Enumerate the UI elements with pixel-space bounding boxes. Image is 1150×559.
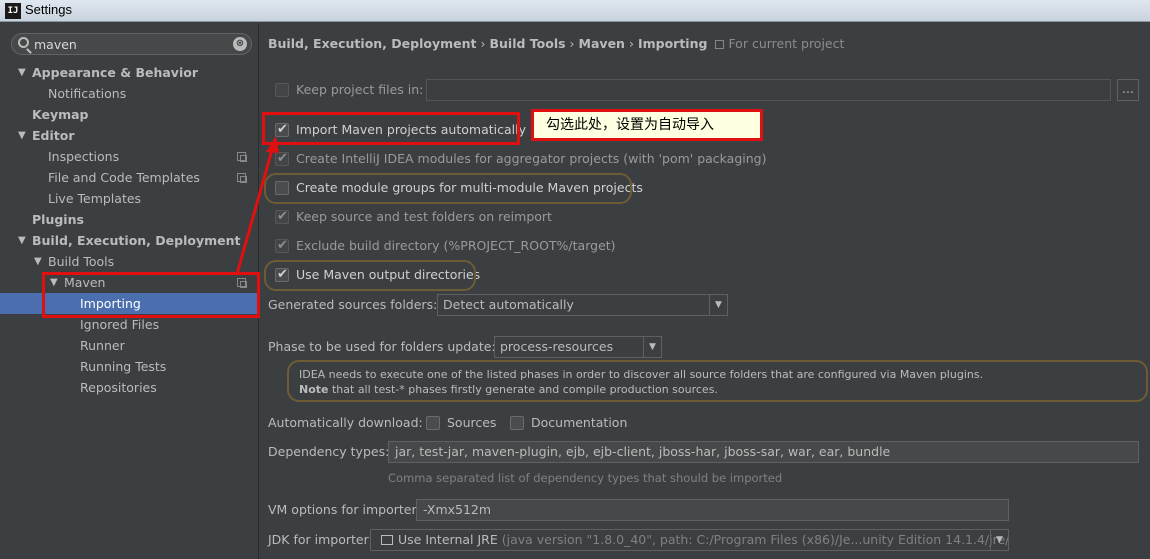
annotation-arrow — [235, 136, 279, 275]
